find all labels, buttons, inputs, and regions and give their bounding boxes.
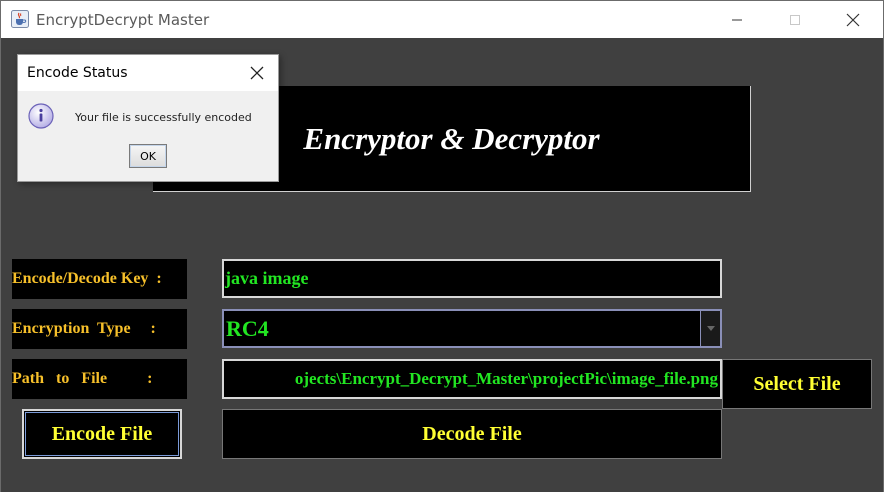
window-title: EncryptDecrypt Master [36,11,210,29]
java-cup-icon [11,10,29,28]
key-input-value: java image [225,268,309,288]
encryption-type-select[interactable]: RC4 [222,309,722,348]
title-bar[interactable]: EncryptDecrypt Master [1,1,883,38]
encode-file-button[interactable]: Encode File [22,409,182,459]
minimize-button[interactable] [708,1,766,38]
dialog-title: Encode Status [27,65,128,81]
key-label: Encode/Decode Key : [12,259,187,299]
path-label: Path to File : [12,359,187,399]
type-label: Encryption Type : [12,309,187,349]
banner-title: Encryptor & Decryptor [303,120,600,156]
dialog-message: Your file is successfully encoded [75,111,252,124]
dialog-title-bar[interactable]: Encode Status [18,55,278,91]
key-input[interactable]: java image [222,259,722,298]
decode-file-button[interactable]: Decode File [222,409,722,459]
info-icon [27,102,55,130]
encryption-type-value: RC4 [226,315,269,341]
maximize-button[interactable] [766,1,824,38]
close-icon[interactable] [248,64,266,82]
ok-button[interactable]: OK [129,144,167,168]
encode-status-dialog: Encode Status Your file is successfully … [17,54,279,182]
file-path-value: ojects\Encrypt_Decrypt_Master\projectPic… [294,369,718,388]
close-icon [846,13,860,27]
maximize-icon [789,14,801,26]
minimize-icon [731,14,743,26]
close-button[interactable] [824,1,882,38]
file-path-input[interactable]: ojects\Encrypt_Decrypt_Master\projectPic… [222,359,722,399]
select-file-button[interactable]: Select File [722,359,872,409]
chevron-down-icon[interactable] [700,311,720,346]
